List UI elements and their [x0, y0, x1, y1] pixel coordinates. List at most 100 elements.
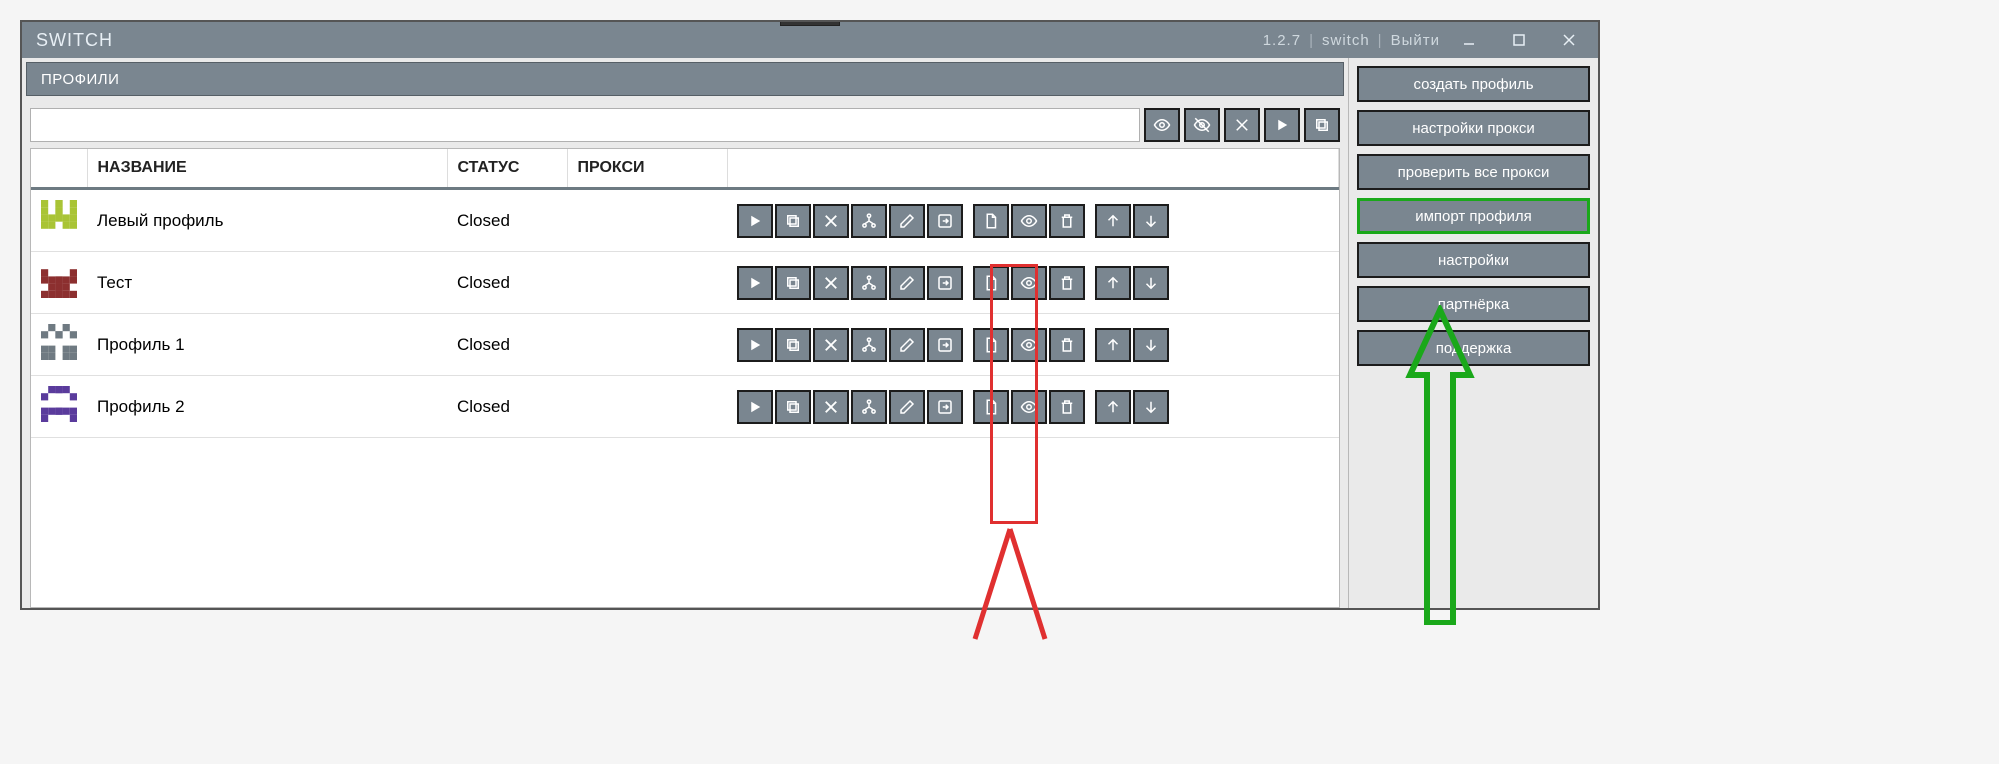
notes-button[interactable]	[973, 266, 1009, 300]
col-actions	[727, 149, 1339, 189]
proxy-button[interactable]	[851, 204, 887, 238]
duplicate-button[interactable]	[775, 390, 811, 424]
move-up-button[interactable]	[1095, 390, 1131, 424]
eye-icon	[1020, 336, 1038, 354]
move-down-button[interactable]	[1133, 390, 1169, 424]
arrow-up-icon	[1104, 274, 1122, 292]
trash-icon	[1058, 212, 1076, 230]
sidebar-button[interactable]: проверить все прокси	[1357, 154, 1590, 190]
notes-button[interactable]	[973, 204, 1009, 238]
row-actions	[727, 314, 1339, 376]
table-row: Профиль 1Closed	[31, 314, 1339, 376]
col-status[interactable]: СТАТУС	[447, 149, 567, 189]
move-down-button[interactable]	[1133, 328, 1169, 362]
sidebar-button[interactable]: поддержка	[1357, 330, 1590, 366]
edit-button[interactable]	[889, 328, 925, 362]
profile-proxy	[567, 189, 727, 252]
profile-name[interactable]: Левый профиль	[87, 189, 447, 252]
view-button[interactable]	[1011, 328, 1047, 362]
move-down-button[interactable]	[1133, 266, 1169, 300]
profile-name[interactable]: Тест	[87, 252, 447, 314]
move-up-button[interactable]	[1095, 266, 1131, 300]
export-button[interactable]	[927, 266, 963, 300]
profile-name[interactable]: Профиль 1	[87, 314, 447, 376]
profile-status: Closed	[447, 376, 567, 438]
move-up-button[interactable]	[1095, 204, 1131, 238]
arrow-down-icon	[1142, 212, 1160, 230]
sidebar-button[interactable]: настройки прокси	[1357, 110, 1590, 146]
run-button[interactable]	[737, 390, 773, 424]
close-button[interactable]	[813, 204, 849, 238]
sidebar-button[interactable]: партнёрка	[1357, 286, 1590, 322]
trash-icon	[1058, 274, 1076, 292]
file-icon	[982, 212, 1000, 230]
profile-name[interactable]: Профиль 2	[87, 376, 447, 438]
delete-button[interactable]	[1049, 266, 1085, 300]
hide-button[interactable]	[1184, 108, 1220, 142]
sidebar-button[interactable]: настройки	[1357, 242, 1590, 278]
notes-button[interactable]	[973, 390, 1009, 424]
file-icon	[982, 398, 1000, 416]
arrow-down-icon	[1142, 274, 1160, 292]
export-button[interactable]	[927, 390, 963, 424]
network-icon	[860, 336, 878, 354]
copy-all-button[interactable]	[1304, 108, 1340, 142]
toolbar	[30, 108, 1340, 142]
col-name[interactable]: НАЗВАНИЕ	[87, 149, 447, 189]
play-all-button[interactable]	[1264, 108, 1300, 142]
notes-button[interactable]	[973, 328, 1009, 362]
run-button[interactable]	[737, 266, 773, 300]
row-actions	[727, 376, 1339, 438]
view-button[interactable]	[1011, 390, 1047, 424]
trash-icon	[1058, 336, 1076, 354]
view-button[interactable]	[1011, 204, 1047, 238]
show-visible-button[interactable]	[1144, 108, 1180, 142]
close-icon	[822, 398, 840, 416]
window-close-button[interactable]	[1548, 26, 1590, 54]
delete-button[interactable]	[1049, 390, 1085, 424]
eye-icon	[1020, 274, 1038, 292]
table-row: ТестClosed	[31, 252, 1339, 314]
proxy-button[interactable]	[851, 390, 887, 424]
delete-button[interactable]	[1049, 204, 1085, 238]
separator: |	[1309, 32, 1314, 49]
logout-link[interactable]: Выйти	[1391, 32, 1440, 49]
close-button[interactable]	[813, 328, 849, 362]
sidebar-button[interactable]: создать профиль	[1357, 66, 1590, 102]
edit-button[interactable]	[889, 204, 925, 238]
profile-proxy	[567, 252, 727, 314]
window-maximize-button[interactable]	[1498, 26, 1540, 54]
duplicate-button[interactable]	[775, 266, 811, 300]
proxy-button[interactable]	[851, 328, 887, 362]
arrow-up-icon	[1104, 212, 1122, 230]
export-button[interactable]	[927, 328, 963, 362]
duplicate-button[interactable]	[775, 204, 811, 238]
dock-handle[interactable]	[780, 20, 840, 26]
section-header-profiles: ПРОФИЛИ	[26, 62, 1344, 96]
arrow-up-icon	[1104, 336, 1122, 354]
clear-button[interactable]	[1224, 108, 1260, 142]
edit-button[interactable]	[889, 390, 925, 424]
export-button[interactable]	[927, 204, 963, 238]
profile-status: Closed	[447, 314, 567, 376]
sidebar-button[interactable]: импорт профиля	[1357, 198, 1590, 234]
play-icon	[746, 274, 764, 292]
close-button[interactable]	[813, 390, 849, 424]
copy-icon	[784, 398, 802, 416]
duplicate-button[interactable]	[775, 328, 811, 362]
move-up-button[interactable]	[1095, 328, 1131, 362]
col-proxy[interactable]: ПРОКСИ	[567, 149, 727, 189]
play-icon	[746, 212, 764, 230]
delete-button[interactable]	[1049, 328, 1085, 362]
run-button[interactable]	[737, 328, 773, 362]
close-button[interactable]	[813, 266, 849, 300]
move-down-button[interactable]	[1133, 204, 1169, 238]
avatar	[31, 314, 87, 376]
view-button[interactable]	[1011, 266, 1047, 300]
search-input[interactable]	[30, 108, 1140, 142]
window-minimize-button[interactable]	[1448, 26, 1490, 54]
run-button[interactable]	[737, 204, 773, 238]
profiles-table: НАЗВАНИЕ СТАТУС ПРОКСИ Левый профильClos…	[30, 148, 1340, 608]
edit-button[interactable]	[889, 266, 925, 300]
proxy-button[interactable]	[851, 266, 887, 300]
